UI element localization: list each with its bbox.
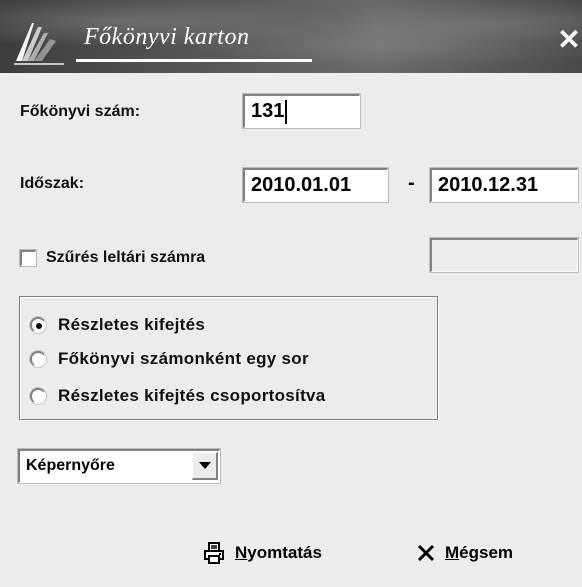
period-to-input[interactable]: 2010.12.31 xyxy=(429,167,579,203)
radio-one-row-label: Főkönyvi számonként egy sor xyxy=(58,349,309,368)
print-accelerator: N xyxy=(235,543,248,562)
radio-button[interactable] xyxy=(30,388,46,404)
radio-grouped-label: Részletes kifejtés csoportosítva xyxy=(58,386,326,405)
printer-icon xyxy=(203,542,225,564)
filter-checkbox-label: Szűrés leltári számra xyxy=(46,249,206,266)
cancel-label: égsem xyxy=(459,543,514,562)
output-dropdown[interactable]: Képernyőre xyxy=(17,448,221,484)
x-icon xyxy=(417,544,435,562)
period-label: Időszak: xyxy=(20,175,85,192)
book-logo-icon xyxy=(14,23,64,65)
period-from-input[interactable]: 2010.01.01 xyxy=(242,167,389,203)
radio-detailed[interactable]: Részletes kifejtés xyxy=(30,314,205,336)
cancel-accelerator: M xyxy=(445,543,460,562)
cancel-button[interactable]: Mégsem xyxy=(417,536,513,570)
window-title: Főkönyvi karton xyxy=(84,24,250,50)
print-label: yomtatás xyxy=(247,543,322,562)
output-selected-value: Képernyőre xyxy=(26,457,115,474)
close-button[interactable]: ✕ xyxy=(556,26,582,54)
account-number-value: 131 xyxy=(251,100,285,122)
title-underline xyxy=(76,59,312,62)
inventory-number-input[interactable] xyxy=(429,237,579,273)
text-cursor xyxy=(285,99,288,124)
radio-dot xyxy=(35,322,42,329)
account-number-input[interactable]: 131 xyxy=(242,93,361,129)
filter-checkbox-row[interactable]: Szűrés leltári számra xyxy=(19,246,206,270)
period-separator: - xyxy=(408,172,415,194)
radio-button-selected[interactable] xyxy=(30,317,46,333)
chevron-down-icon xyxy=(198,462,211,469)
dialog-window: Főkönyvi karton ✕ Főkönyvi szám: 131 Idő… xyxy=(0,0,582,587)
title-bar[interactable]: Főkönyvi karton ✕ xyxy=(0,0,582,73)
filter-checkbox[interactable] xyxy=(19,249,37,267)
print-button[interactable]: Nyomtatás xyxy=(203,536,322,570)
dropdown-arrow-button[interactable] xyxy=(192,452,218,480)
account-label: Főkönyvi szám: xyxy=(20,103,141,120)
radio-button[interactable] xyxy=(30,351,46,367)
radio-detailed-grouped[interactable]: Részletes kifejtés csoportosítva xyxy=(30,385,326,407)
radio-one-row-per-account[interactable]: Főkönyvi számonként egy sor xyxy=(30,348,309,370)
radio-detailed-label: Részletes kifejtés xyxy=(58,315,206,334)
